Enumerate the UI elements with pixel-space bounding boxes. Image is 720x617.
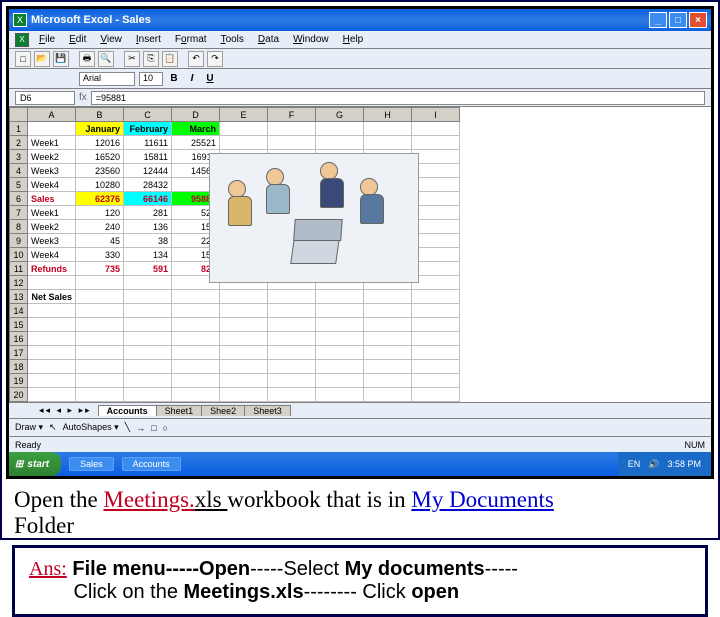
menu-format[interactable]: Format bbox=[169, 34, 213, 45]
tray-sound-icon[interactable]: 🔊 bbox=[648, 459, 659, 470]
paste-button[interactable]: 📋 bbox=[162, 51, 178, 67]
copy-button[interactable]: ⎘ bbox=[143, 51, 159, 67]
system-tray: EN 🔊 3:58 PM bbox=[618, 452, 711, 476]
print-button[interactable]: 🖶 bbox=[79, 51, 95, 67]
answer-label: Ans: bbox=[29, 558, 67, 580]
close-button[interactable]: × bbox=[689, 12, 707, 28]
windows-icon: ⊞ bbox=[15, 459, 23, 470]
menubar: X File Edit View Insert Format Tools Dat… bbox=[9, 31, 711, 49]
save-button[interactable]: 💾 bbox=[53, 51, 69, 67]
standard-toolbar: □ 📂 💾 🖶 🔍 ✂ ⎘ 📋 ↶ ↷ bbox=[9, 49, 711, 69]
formula-bar[interactable]: =95881 bbox=[91, 91, 705, 105]
minimize-button[interactable]: _ bbox=[649, 12, 667, 28]
draw-menu[interactable]: Draw ▾ bbox=[15, 422, 43, 433]
question-text: Open the Meetings.xls workbook that is i… bbox=[14, 487, 706, 539]
status-bar: Ready NUM bbox=[9, 436, 711, 452]
excel-icon: X bbox=[13, 13, 27, 27]
excel-screenshot: X Microsoft Excel - Sales _ □ × X File E… bbox=[6, 6, 714, 479]
arrow-shape-icon[interactable]: → bbox=[136, 423, 145, 433]
task-accounts[interactable]: Accounts bbox=[122, 457, 181, 471]
col-A[interactable]: A bbox=[28, 108, 76, 122]
status-ready: Ready bbox=[15, 440, 41, 450]
menu-file[interactable]: File bbox=[33, 34, 61, 45]
task-sales[interactable]: Sales bbox=[69, 457, 114, 471]
windows-taskbar: ⊞ start Sales Accounts EN 🔊 3:58 PM bbox=[9, 452, 711, 476]
status-num: NUM bbox=[685, 440, 706, 450]
preview-button[interactable]: 🔍 bbox=[98, 51, 114, 67]
undo-button[interactable]: ↶ bbox=[188, 51, 204, 67]
spreadsheet-area: A B C D E F G H I 1JanuaryFebruaryMarch … bbox=[9, 107, 711, 402]
app-icon[interactable]: X bbox=[15, 33, 29, 47]
laptop-icon bbox=[290, 238, 340, 264]
underline-button[interactable]: U bbox=[203, 72, 217, 86]
tab-accounts[interactable]: Accounts bbox=[98, 405, 157, 416]
menu-insert[interactable]: Insert bbox=[130, 34, 167, 45]
col-D[interactable]: D bbox=[172, 108, 220, 122]
tray-time: 3:58 PM bbox=[667, 459, 701, 469]
tab-nav[interactable]: ◂◂ ◂ ▸ ▸▸ bbox=[39, 405, 92, 416]
tray-lang[interactable]: EN bbox=[628, 459, 641, 469]
format-toolbar: Arial 10 B I U bbox=[9, 69, 711, 89]
name-box[interactable]: D6 bbox=[15, 91, 75, 105]
col-I[interactable]: I bbox=[412, 108, 460, 122]
menu-tools[interactable]: Tools bbox=[215, 34, 250, 45]
select-all[interactable] bbox=[10, 108, 28, 122]
clipart-people bbox=[209, 153, 419, 283]
font-name-select[interactable]: Arial bbox=[79, 72, 135, 86]
col-F[interactable]: F bbox=[268, 108, 316, 122]
col-C[interactable]: C bbox=[124, 108, 172, 122]
new-button[interactable]: □ bbox=[15, 51, 31, 67]
line-icon[interactable]: ╲ bbox=[125, 422, 130, 433]
tab-sheet2[interactable]: Shee2 bbox=[201, 405, 245, 416]
arrow-icon[interactable]: ↖ bbox=[49, 422, 57, 433]
menu-data[interactable]: Data bbox=[252, 34, 285, 45]
font-size-select[interactable]: 10 bbox=[139, 72, 163, 86]
start-button[interactable]: ⊞ start bbox=[9, 452, 61, 476]
oval-icon[interactable]: ○ bbox=[163, 423, 168, 433]
bold-button[interactable]: B bbox=[167, 72, 181, 86]
formula-row: D6 fx =95881 bbox=[9, 89, 711, 107]
sheet-tabs: ◂◂ ◂ ▸ ▸▸ Accounts Sheet1 Shee2 Sheet3 bbox=[9, 402, 711, 418]
open-button[interactable]: 📂 bbox=[34, 51, 50, 67]
grid[interactable]: A B C D E F G H I 1JanuaryFebruaryMarch … bbox=[9, 107, 460, 402]
answer-box: Ans: File menu-----Open-----Select My do… bbox=[12, 545, 708, 617]
window-titlebar: X Microsoft Excel - Sales _ □ × bbox=[9, 9, 711, 31]
cut-button[interactable]: ✂ bbox=[124, 51, 140, 67]
col-B[interactable]: B bbox=[76, 108, 124, 122]
redo-button[interactable]: ↷ bbox=[207, 51, 223, 67]
window-buttons: _ □ × bbox=[649, 12, 707, 28]
autoshapes-menu[interactable]: AutoShapes ▾ bbox=[63, 422, 119, 433]
col-H[interactable]: H bbox=[364, 108, 412, 122]
col-E[interactable]: E bbox=[220, 108, 268, 122]
italic-button[interactable]: I bbox=[185, 72, 199, 86]
menu-edit[interactable]: Edit bbox=[63, 34, 92, 45]
tab-sheet3[interactable]: Sheet3 bbox=[244, 405, 291, 416]
menu-view[interactable]: View bbox=[94, 34, 128, 45]
menu-window[interactable]: Window bbox=[287, 34, 335, 45]
title-text: Microsoft Excel - Sales bbox=[31, 14, 649, 26]
rect-icon[interactable]: □ bbox=[151, 423, 156, 433]
col-G[interactable]: G bbox=[316, 108, 364, 122]
tab-sheet1[interactable]: Sheet1 bbox=[156, 405, 203, 416]
drawing-toolbar: Draw ▾ ↖ AutoShapes ▾ ╲ → □ ○ bbox=[9, 418, 711, 436]
fx-icon: fx bbox=[79, 92, 87, 103]
menu-help[interactable]: Help bbox=[337, 34, 370, 45]
maximize-button[interactable]: □ bbox=[669, 12, 687, 28]
